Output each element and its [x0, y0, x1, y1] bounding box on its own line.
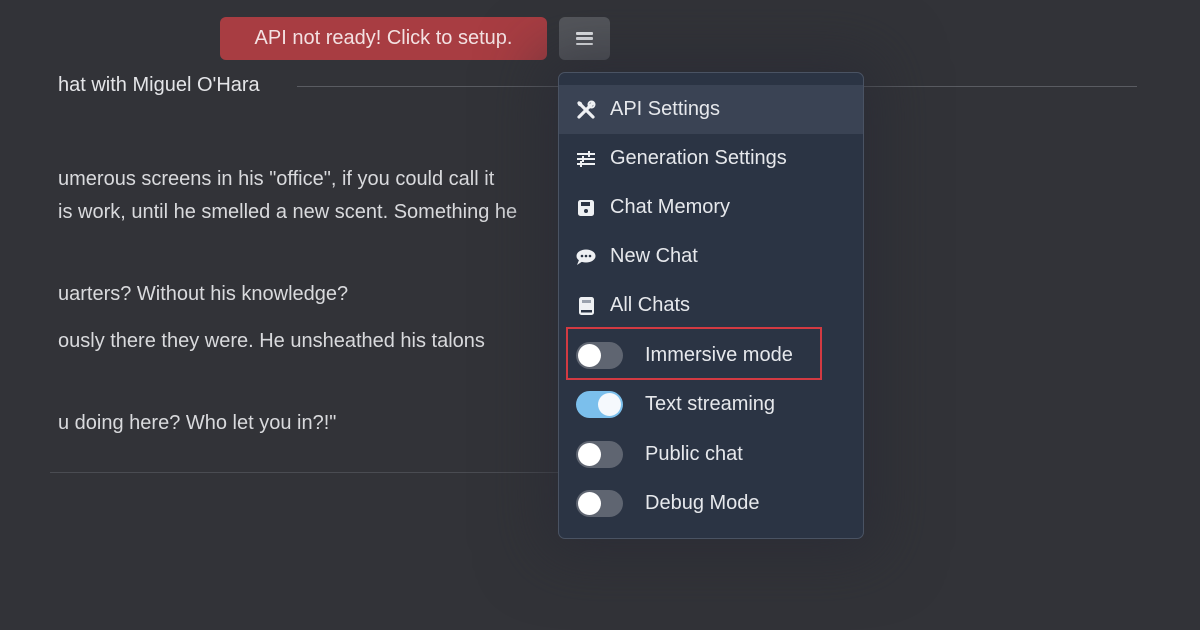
menu-item-label: Chat Memory	[610, 196, 731, 218]
toggle-label: Public chat	[645, 443, 743, 465]
message-line: u doing here? Who let you in?!"	[58, 412, 337, 434]
tools-icon	[574, 98, 598, 122]
menu-toggle-button[interactable]	[559, 17, 610, 60]
floppy-disk-icon	[574, 196, 598, 220]
toggle-row-immersive-mode: Immersive mode	[559, 331, 863, 380]
book-icon	[574, 294, 598, 318]
menu-item-chat-memory[interactable]: Chat Memory	[559, 183, 863, 232]
toggle-row-public-chat: Public chat	[559, 430, 863, 479]
toggle-row-debug-mode: Debug Mode	[559, 479, 863, 528]
message-line: umerous screens in his "office", if you …	[58, 168, 495, 190]
settings-dropdown-menu: API Settings Generation Settings Chat Me…	[558, 72, 864, 539]
message-line: uarters? Without his knowledge?	[58, 283, 349, 305]
hamburger-menu-icon	[576, 32, 593, 45]
toggle-label: Immersive mode	[645, 344, 793, 366]
menu-item-label: New Chat	[610, 245, 698, 267]
menu-item-api-settings[interactable]: API Settings	[559, 85, 863, 134]
toggle-row-text-streaming: Text streaming	[559, 380, 863, 429]
sliders-icon	[574, 147, 598, 171]
toggle-knob	[578, 443, 601, 466]
menu-item-label: All Chats	[610, 294, 691, 316]
menu-item-label: API Settings	[610, 98, 721, 120]
chat-bubble-icon	[574, 245, 598, 269]
public-chat-toggle[interactable]	[576, 441, 623, 468]
menu-item-generation-settings[interactable]: Generation Settings	[559, 134, 863, 183]
toggle-knob	[578, 492, 601, 515]
toggle-label: Text streaming	[645, 393, 776, 415]
text-streaming-toggle[interactable]	[576, 391, 623, 418]
message-line: ously there they were. He unsheathed his…	[58, 330, 485, 352]
toggle-label: Debug Mode	[645, 492, 760, 514]
api-setup-button[interactable]: API not ready! Click to setup.	[220, 17, 547, 60]
message-line: is work, until he smelled a new scent. S…	[58, 201, 518, 223]
menu-item-all-chats[interactable]: All Chats	[559, 281, 863, 330]
message-divider	[50, 472, 570, 473]
menu-item-new-chat[interactable]: New Chat	[559, 232, 863, 281]
debug-mode-toggle[interactable]	[576, 490, 623, 517]
immersive-mode-toggle[interactable]	[576, 342, 623, 369]
menu-item-label: Generation Settings	[610, 147, 787, 169]
toggle-knob	[598, 393, 621, 416]
toggle-knob	[578, 344, 601, 367]
chat-title: hat with Miguel O'Hara	[58, 74, 260, 96]
